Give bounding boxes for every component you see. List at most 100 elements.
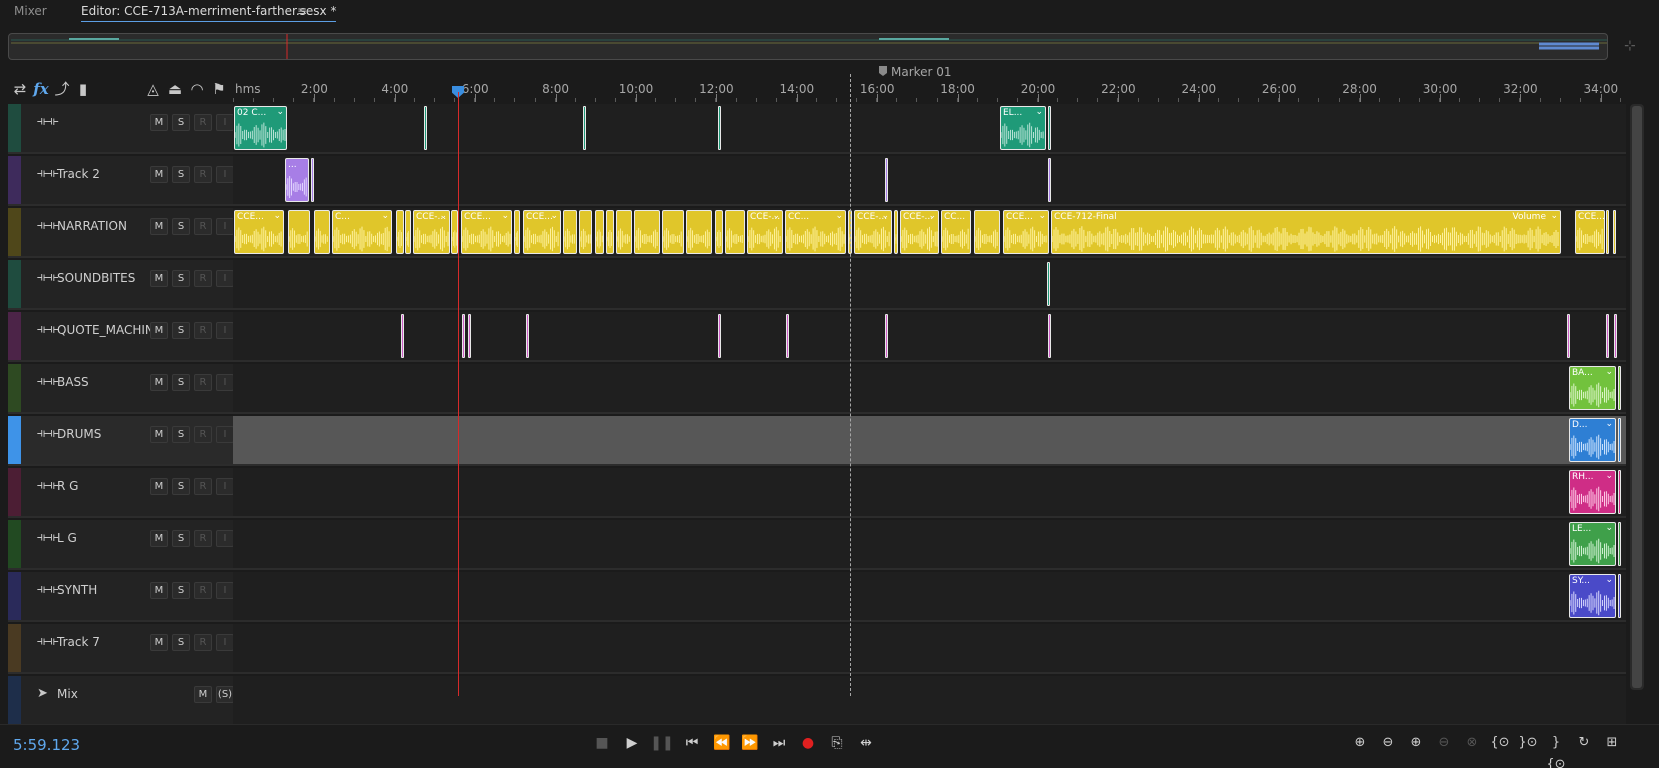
sends-icon[interactable]: ⤴	[52, 78, 72, 100]
pause-icon[interactable]: ❚❚	[650, 732, 674, 754]
track-row[interactable]: ⟛⟛ QUOTE_MACHIN M S R I	[8, 312, 1626, 362]
clip-menu-chevron-icon[interactable]: ⌄	[835, 211, 843, 221]
zoom-out-amplitude-icon[interactable]: ⊖	[1376, 732, 1400, 754]
audio-clip[interactable]	[396, 210, 404, 254]
solo-button[interactable]: (S)	[216, 686, 234, 703]
audio-clip[interactable]: CCE-712-Final ⌄ Volume	[1051, 210, 1561, 254]
clip-menu-chevron-icon[interactable]: ⌄	[550, 211, 558, 221]
mix-track-row[interactable]: ➤ Mix M (S)	[8, 676, 1626, 726]
clip-menu-chevron-icon[interactable]: ⌄	[881, 211, 889, 221]
audio-clip[interactable]: CC...	[941, 210, 971, 254]
record-arm-button[interactable]: R	[194, 426, 212, 443]
track-header[interactable]: ⟛⟛ Track 7 M S R I	[21, 624, 234, 672]
audio-clip-thin[interactable]	[786, 314, 789, 358]
clip-menu-chevron-icon[interactable]: ⌄	[928, 211, 936, 221]
marker-label[interactable]: Marker 01	[891, 65, 952, 79]
audio-clip[interactable]	[514, 210, 520, 254]
session-overview[interactable]	[8, 33, 1608, 60]
record-arm-button[interactable]: R	[194, 582, 212, 599]
track-lane[interactable]	[233, 312, 1626, 360]
audio-clip[interactable]: LE... ⌄	[1569, 522, 1616, 566]
vertical-scrollbar[interactable]	[1630, 104, 1644, 690]
record-arm-button[interactable]: R	[194, 634, 212, 651]
mute-button[interactable]: M	[150, 426, 168, 443]
record-arm-button[interactable]: R	[194, 374, 212, 391]
clip-menu-chevron-icon[interactable]: ⌄	[772, 211, 780, 221]
solo-button[interactable]: S	[172, 270, 190, 287]
panel-menu-icon[interactable]: ≡	[297, 4, 307, 18]
zoom-full-icon[interactable]: ⊞	[1600, 732, 1624, 754]
track-row[interactable]: ⟛⟛ NARRATION M S R I CCE... ⌄ C... ⌄ CCE-...…	[8, 208, 1626, 258]
audio-clip[interactable]: D... ⌄	[1569, 418, 1616, 462]
track-lane[interactable]	[233, 676, 1626, 724]
record-arm-button[interactable]: R	[194, 166, 212, 183]
stop-icon[interactable]: ■	[590, 732, 614, 754]
audio-clip[interactable]	[894, 210, 898, 254]
audio-clip-thin[interactable]	[718, 106, 721, 150]
track-header[interactable]: ⟛⟛ M S R I	[21, 104, 234, 152]
record-arm-button[interactable]: R	[194, 478, 212, 495]
track-lane[interactable]: ...	[233, 156, 1626, 204]
monitor-input-button[interactable]: I	[216, 478, 234, 495]
audio-clip[interactable]	[715, 210, 723, 254]
record-arm-button[interactable]: R	[194, 270, 212, 287]
track-name[interactable]: SYNTH	[57, 583, 97, 597]
mute-button[interactable]: M	[150, 270, 168, 287]
zoom-in-point-icon[interactable]: {⊙	[1488, 732, 1512, 754]
track-header[interactable]: ⟛⟛ R G M S R I	[21, 468, 234, 516]
track-header[interactable]: ⟛⟛ SOUNDBITES M S R I	[21, 260, 234, 308]
clip-menu-chevron-icon[interactable]: ⌄	[273, 211, 281, 221]
clip-menu-chevron-icon[interactable]: ⌄	[1605, 419, 1613, 429]
clip-menu-chevron-icon[interactable]: ⌄	[276, 107, 284, 117]
input-icon[interactable]: ⏏	[165, 78, 185, 100]
audio-clip[interactable]: CCE-... ⌄	[413, 210, 450, 254]
zoom-in-amplitude-icon[interactable]: ⊕	[1348, 732, 1372, 754]
track-name[interactable]: Track 2	[57, 167, 100, 181]
audio-clip[interactable]: CCE... ⌄	[461, 210, 512, 254]
audio-clip[interactable]: CCE... ⌄	[234, 210, 284, 254]
metronome-icon[interactable]: ◬	[143, 78, 163, 100]
track-header[interactable]: ⟛⟛ Track 2 M S R I	[21, 156, 234, 204]
record-arm-button[interactable]: R	[194, 114, 212, 131]
audio-clip[interactable]	[662, 210, 684, 254]
fast-forward-icon[interactable]: ⏩	[738, 732, 762, 754]
monitor-input-button[interactable]: I	[216, 582, 234, 599]
monitor-input-button[interactable]: I	[216, 270, 234, 287]
monitor-icon[interactable]: ◠	[187, 78, 207, 100]
track-row[interactable]: ⟛⟛ DRUMS M S R I D... ⌄	[8, 416, 1626, 466]
track-lane[interactable]: 02 C... ⌄ EL... ⌄	[233, 104, 1626, 152]
audio-clip-thin[interactable]	[885, 158, 888, 202]
record-arm-button[interactable]: R	[194, 322, 212, 339]
zoom-out-time-icon[interactable]: ⊖	[1432, 732, 1456, 754]
mute-button[interactable]: M	[150, 374, 168, 391]
solo-button[interactable]: S	[172, 374, 190, 391]
audio-clip-thin[interactable]	[424, 106, 427, 150]
clip-menu-chevron-icon[interactable]: ⌄	[1550, 211, 1558, 221]
track-header[interactable]: ⟛⟛ SYNTH M S R I	[21, 572, 234, 620]
monitor-input-button[interactable]: I	[216, 322, 234, 339]
audio-clip-thin[interactable]	[311, 158, 314, 202]
audio-clip[interactable]: CCE-... ⌄	[747, 210, 783, 254]
skip-selection-icon[interactable]: ⇹	[854, 732, 878, 754]
audio-clip[interactable]: C... ⌄	[332, 210, 392, 254]
mute-button[interactable]: M	[194, 686, 212, 703]
track-header[interactable]: ⟛⟛ DRUMS M S R I	[21, 416, 234, 464]
audio-clip[interactable]	[579, 210, 592, 254]
monitor-input-button[interactable]: I	[216, 426, 234, 443]
record-arm-button[interactable]: R	[194, 218, 212, 235]
rewind-icon[interactable]: ⏪	[710, 732, 734, 754]
audio-clip[interactable]: BA... ⌄	[1569, 366, 1616, 410]
eq-icon[interactable]: ▮	[73, 78, 93, 100]
audio-clip[interactable]	[451, 210, 458, 254]
audio-clip[interactable]	[974, 210, 1000, 254]
swap-icon[interactable]: ⇄	[10, 78, 30, 100]
audio-clip[interactable]: CCE... ⌄	[1003, 210, 1049, 254]
audio-clip-thin[interactable]	[1618, 418, 1621, 462]
mute-button[interactable]: M	[150, 218, 168, 235]
audio-clip-thin[interactable]	[1614, 314, 1617, 358]
monitor-input-button[interactable]: I	[216, 530, 234, 547]
monitor-input-button[interactable]: I	[216, 114, 234, 131]
audio-clip[interactable]	[595, 210, 604, 254]
solo-button[interactable]: S	[172, 634, 190, 651]
audio-clip[interactable]	[616, 210, 632, 254]
